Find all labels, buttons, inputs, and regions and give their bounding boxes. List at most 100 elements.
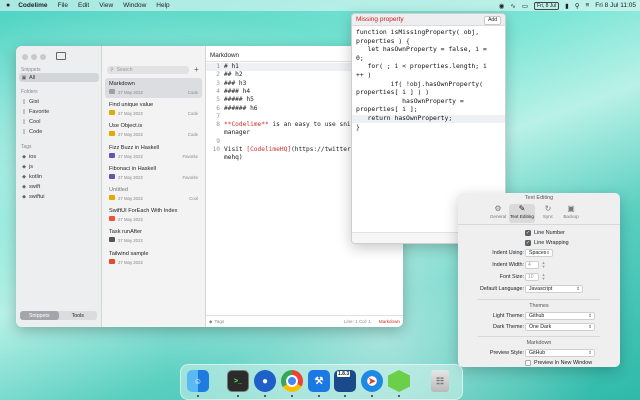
language-icon [109,258,115,264]
default-language-select[interactable]: Javascript ⇕ [525,285,583,293]
tab-text-editing[interactable]: ✎ Text Editing [509,204,535,223]
line-wrapping-checkbox[interactable]: ✓ Line Wrapping [525,240,569,246]
toggle-sidebar-icon[interactable] [56,52,66,60]
line-number-checkbox[interactable]: ✓ Line Number [525,230,565,236]
sidebar-tag-swift[interactable]: ◆ swift [19,182,99,191]
code-line: 0; [356,53,364,62]
sourcetree-icon[interactable]: ● [254,370,276,392]
sidebar-tag-ios[interactable]: ◆ ios [19,152,99,161]
code-text: Visit [224,146,247,153]
font-size-label: Font Size: [499,274,524,280]
code-line: properties ) { [356,36,410,45]
search-icon[interactable]: ⚲ [575,2,580,10]
tags-button[interactable]: Tags [215,319,225,324]
control-center-icon[interactable]: ≡ [585,2,589,9]
trash-icon[interactable]: ☷ [431,370,449,392]
preview-style-select[interactable]: GitHub ⇕ [525,349,595,357]
add-snippet-button[interactable]: + [194,65,199,74]
chevron-updown-icon: ⇕ [588,313,592,318]
snippet-row[interactable]: Fizz Buzz in Haskell 27 May 2022 Favorite [105,142,202,162]
preview-new-window-checkbox[interactable]: Preview In New Window [525,360,592,366]
line-number: 9 [216,137,220,145]
search-input[interactable]: ⚲ Search [107,66,189,74]
tab-snippets[interactable]: Snippets [20,311,59,320]
safari-icon[interactable]: ➤ [361,370,383,392]
snippet-row[interactable]: Tailwind sample 27 May 2022 [105,248,202,268]
snippet-row[interactable]: Use Object.is 27 May 2022 Code [105,120,202,140]
divider [458,224,620,225]
light-theme-select[interactable]: Github ⇕ [525,312,595,320]
snippet-row[interactable]: Find unique value 27 May 2022 Code [105,99,202,119]
sidebar-item-label: swift [29,183,41,190]
code-line: for( ; i < properties.length; i [356,62,487,71]
sidebar-item-label: Gist [29,98,39,105]
sidebar-tag-kotlin[interactable]: ◆ kotlin [19,172,99,181]
menu-view[interactable]: View [99,2,113,9]
apple-menu-icon[interactable]: ● [6,2,10,9]
sidebar-item-label: Favorite [29,108,50,115]
language-indicator[interactable]: Markdown [379,319,400,324]
sidebar-item-code[interactable]: ▯ Code [19,127,99,136]
tab-tools[interactable]: Tools [59,311,98,320]
wifi-icon[interactable]: ∿ [510,2,515,10]
editor-title[interactable]: Markdown [210,52,239,59]
font-size-input[interactable]: 10 [525,273,539,281]
code-line: function isMissingProperty( obj, [356,28,480,36]
snippet-row[interactable]: Task runAfter 27 May 2022 [105,226,202,246]
code-text: manager [224,129,251,137]
status-app-icon[interactable]: ◉ [499,2,505,10]
cursor-position: Line: 1 Col: 1 [343,319,371,324]
mirror-icon[interactable]: ▭ [522,2,528,10]
xcode-icon[interactable]: ⚒ [308,370,330,392]
dark-theme-select[interactable]: One Dark ⇕ [525,323,595,331]
indent-width-input[interactable]: 4 [525,261,539,269]
sidebar-item-gist[interactable]: ▯ Gist [19,97,99,106]
chrome-icon[interactable] [281,370,303,392]
font-size-stepper[interactable]: ▲ ▼ [541,273,546,281]
folder-icon: ▯ [22,108,26,115]
finder-icon[interactable]: ☺ [187,370,209,392]
battery-icon[interactable]: ▮ [565,2,569,10]
tab-backup[interactable]: ▣ Backup [558,204,584,223]
zoom-window-button[interactable] [40,54,46,60]
snippet-row[interactable]: Untitled 27 May 2022 Cool [105,184,202,204]
menu-window[interactable]: Window [123,2,146,9]
main-window: Snippets ▣ All Folders ▯ Gist ▯ Favorite… [16,46,403,327]
menu-edit[interactable]: Edit [78,2,89,9]
sidebar-tag-js[interactable]: ◆ js [19,162,99,171]
popover-header: Missing property Add [352,14,505,26]
chevron-updown-icon: ⇕ [588,324,592,329]
indent-using-select[interactable]: Spaces ⇕ [525,249,553,257]
snippet-row[interactable]: SwiftUI ForEach With Index 27 May 2022 [105,205,202,225]
minimize-window-button[interactable] [31,54,37,60]
snippet-date: 27 May 2022 [118,217,143,223]
indent-width-stepper[interactable]: ▲ ▼ [541,261,546,269]
menu-file[interactable]: File [58,2,68,9]
codelime-icon[interactable]: 1.8.3 [334,370,356,392]
date-chip[interactable]: Fri, 8 Jul [533,1,560,10]
snippet-row[interactable]: Fibonaci in Haskell 27 May 2022 Favorite [105,163,202,183]
running-indicator [318,395,320,397]
tag-icon[interactable]: ◆ [209,319,213,325]
code-text: ##### h5 [224,96,254,104]
code-text: ## h2 [224,71,243,79]
multipass-icon[interactable] [388,370,410,392]
snippet-folder: Cool [189,196,198,201]
terminal-icon[interactable]: >_ [227,370,249,392]
snippet-row[interactable]: Markdown 27 May 2022 Code [105,78,202,98]
running-indicator [197,395,199,397]
menu-help[interactable]: Help [156,2,169,9]
code-line: properties[ i ]; [356,105,418,114]
sidebar-item-favorite[interactable]: ▯ Favorite [19,107,99,116]
sidebar-item-cool[interactable]: ▯ Cool [19,117,99,126]
code-text: # h1 [224,63,239,70]
tab-general[interactable]: ⚙ General [485,204,511,223]
menu-app-name[interactable]: Codelime [18,2,47,9]
add-button[interactable]: Add [484,16,501,25]
close-window-button[interactable] [22,54,28,60]
sidebar-tag-swiftui[interactable]: ◆ swiftui [19,192,99,201]
sidebar-item-all[interactable]: ▣ All [19,73,99,82]
version-badge: 1.8.3 [337,371,351,377]
chevron-updown-icon: ⇕ [546,250,550,255]
clock[interactable]: Fri 8 Jul 11:05 [595,2,636,9]
